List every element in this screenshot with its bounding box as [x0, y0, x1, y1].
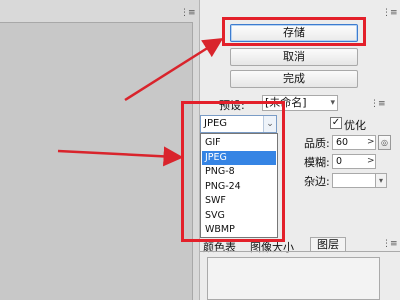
tab-divider — [200, 251, 400, 252]
tab-layers[interactable]: 图层 — [310, 237, 346, 252]
color-table-panel — [207, 257, 380, 300]
quality-label: 品质: — [304, 137, 330, 150]
chevron-down-icon[interactable]: ▾ — [375, 173, 387, 188]
cancel-button[interactable]: 取消 — [230, 48, 358, 66]
highlight-box-save — [222, 17, 366, 46]
matte-label: 杂边: — [304, 175, 330, 188]
checkbox-checked-icon[interactable]: ✓ — [330, 117, 342, 129]
panel-grip-icon[interactable]: ⋮≡ — [370, 100, 386, 109]
panel-grip-icon[interactable]: ⋮≡ — [180, 9, 196, 18]
panel-grip-icon[interactable]: ⋮≡ — [382, 240, 398, 249]
arrow-right-icon[interactable]: > — [367, 137, 375, 147]
image-preview — [0, 22, 193, 300]
chevron-down-icon: ▾ — [330, 98, 335, 108]
panel-grip-icon[interactable]: ⋮≡ — [382, 9, 398, 18]
arrow-right-icon[interactable]: > — [367, 156, 375, 166]
highlight-box-format — [181, 101, 285, 242]
matte-field[interactable] — [332, 173, 376, 188]
optimize-label: 优化 — [344, 119, 366, 132]
done-button[interactable]: 完成 — [230, 70, 358, 88]
blur-label: 模糊: — [304, 156, 330, 169]
quality-options-button[interactable]: ◎ — [378, 135, 391, 150]
